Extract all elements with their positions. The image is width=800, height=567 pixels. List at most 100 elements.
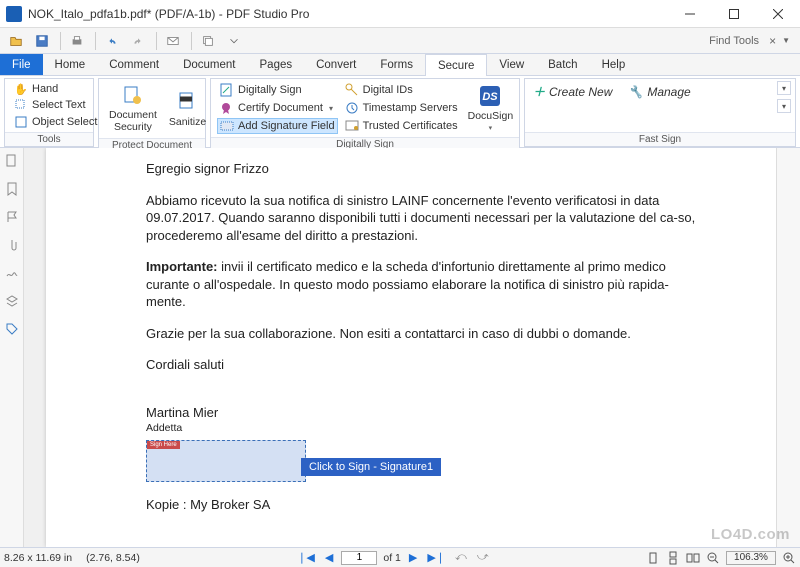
continuous-page-icon[interactable] [666,551,680,565]
docusign-label: DocuSign [468,110,514,122]
ribbon-group-protect: DocumentSecurity Sanitize Protect Docume… [98,78,206,147]
digitally-sign-button[interactable]: Digitally Sign [217,82,338,98]
signature-field[interactable]: Sign Here [146,440,306,482]
separator [95,32,96,50]
close-button[interactable] [756,0,800,28]
paragraph: Importante: invii il certificato medico … [146,258,706,311]
last-page-button[interactable]: ▶❘ [425,551,447,564]
digital-ids-label: Digital IDs [363,84,413,96]
document-viewport[interactable]: Egregio signor Frizzo Abbiamo ricevuto l… [24,148,776,547]
prev-view-button[interactable]: ⤺ [453,551,469,564]
next-view-button[interactable]: ⤻ [475,551,491,564]
undo-button[interactable] [100,30,124,52]
svg-text:DS: DS [483,91,499,103]
sanitize-icon [176,90,200,114]
minimize-button[interactable] [668,0,712,28]
document-area: Egregio signor Frizzo Abbiamo ricevuto l… [0,148,800,547]
hand-tool[interactable]: ✋Hand [11,81,100,97]
close-icon[interactable]: × [769,34,776,48]
ribbon-group-sign: Digitally Sign Certify Document▾ Add Sig… [210,78,520,147]
prev-page-button[interactable]: ◀ [323,551,335,564]
group-fastsign-title: Fast Sign [525,132,795,146]
view-controls: 106.3% [646,551,796,565]
cert-icon [345,119,359,133]
add-signature-field-button[interactable]: Add Signature Field [217,118,338,134]
tab-document[interactable]: Document [171,54,247,75]
titlebar: NOK_Italo_pdfa1b.pdf* (PDF/A-1b) - PDF S… [0,0,800,28]
select-text-tool[interactable]: Select Text [11,97,100,113]
tab-comment[interactable]: Comment [97,54,171,75]
docusign-icon: DS [478,84,502,108]
tab-secure[interactable]: Secure [425,54,487,76]
layers-panel-icon[interactable] [5,294,19,308]
tab-pages[interactable]: Pages [248,54,305,75]
ribbon-tabs: File Home Comment Document Pages Convert… [0,54,800,76]
bold-text: Importante: [146,259,218,274]
customize-qat-button[interactable] [222,30,246,52]
statusbar: 8.26 x 11.69 in (2.76, 8.54) ❘◀ ◀ of 1 ▶… [0,547,800,567]
tab-home[interactable]: Home [43,54,98,75]
redo-button[interactable] [126,30,150,52]
doc-security-label: DocumentSecurity [109,110,157,133]
page-number-input[interactable] [341,551,377,565]
signatures-panel-icon[interactable] [5,266,19,280]
ribbon-group-tools: ✋Hand Select Text Object Select Tools [4,78,94,147]
find-tools-label: Find Tools [709,35,759,47]
tab-convert[interactable]: Convert [304,54,368,75]
window-controls [668,0,800,28]
ribbon-group-fastsign: ＋Create New 🔧Manage ▾ ▾ Fast Sign [524,78,796,147]
tab-view[interactable]: View [487,54,536,75]
object-select-tool[interactable]: Object Select [11,114,100,130]
sanitize-label: Sanitize [169,116,206,128]
sanitize-button[interactable]: Sanitize [163,81,212,136]
tab-help[interactable]: Help [590,54,638,75]
tab-batch[interactable]: Batch [536,54,589,75]
email-button[interactable] [161,30,185,52]
page-dimensions: 8.26 x 11.69 in [4,552,72,564]
sign-label: Digitally Sign [238,84,302,96]
first-page-button[interactable]: ❘◀ [295,551,317,564]
cursor-coords: (2.76, 8.54) [86,552,140,564]
attachments-panel-icon[interactable] [5,238,19,252]
document-security-button[interactable]: DocumentSecurity [103,81,163,136]
print-button[interactable] [65,30,89,52]
trusted-certificates-button[interactable]: Trusted Certificates [342,118,460,134]
sign-here-stamp: Sign Here [147,441,180,449]
maximize-button[interactable] [712,0,756,28]
chevron-down-icon[interactable]: ▼ [782,36,790,45]
digital-ids-button[interactable]: Digital IDs [342,82,460,98]
next-page-button[interactable]: ▶ [407,551,419,564]
find-tools[interactable]: Find Tools × ▼ [709,34,796,48]
zoom-out-icon[interactable] [706,551,720,565]
certify-icon [220,101,234,115]
single-page-icon[interactable] [646,551,660,565]
text: invii il certificato medico e la scheda … [146,259,669,309]
pages-panel-icon[interactable] [5,154,19,168]
open-button[interactable] [4,30,28,52]
tab-file[interactable]: File [0,54,43,75]
zoom-value[interactable]: 106.3% [726,551,776,565]
window-title: NOK_Italo_pdfa1b.pdf* (PDF/A-1b) - PDF S… [28,7,309,21]
flatten-button[interactable] [196,30,220,52]
fastsign-dropdown-2[interactable]: ▾ [777,99,791,113]
manage-signatures-button[interactable]: 🔧Manage [628,83,690,100]
separator [60,32,61,50]
pdf-page: Egregio signor Frizzo Abbiamo ricevuto l… [46,148,776,547]
signature-role: Addetta [146,421,706,435]
bookmarks-panel-icon[interactable] [5,182,19,196]
create-new-signature-button[interactable]: ＋Create New [533,83,612,100]
save-button[interactable] [30,30,54,52]
certify-document-button[interactable]: Certify Document▾ [217,100,338,116]
timestamp-servers-button[interactable]: Timestamp Servers [342,100,460,116]
fastsign-dropdown-1[interactable]: ▾ [777,81,791,95]
facing-page-icon[interactable] [686,551,700,565]
tab-forms[interactable]: Forms [368,54,425,75]
signature-name: Martina Mier [146,404,706,422]
zoom-in-icon[interactable] [782,551,796,565]
select-text-label: Select Text [32,99,86,111]
docusign-button[interactable]: DS DocuSign ▾ [462,81,520,135]
destinations-panel-icon[interactable] [5,210,19,224]
wrench-icon: 🔧 [628,85,643,99]
tags-panel-icon[interactable] [5,322,19,336]
text-select-icon [14,98,28,112]
